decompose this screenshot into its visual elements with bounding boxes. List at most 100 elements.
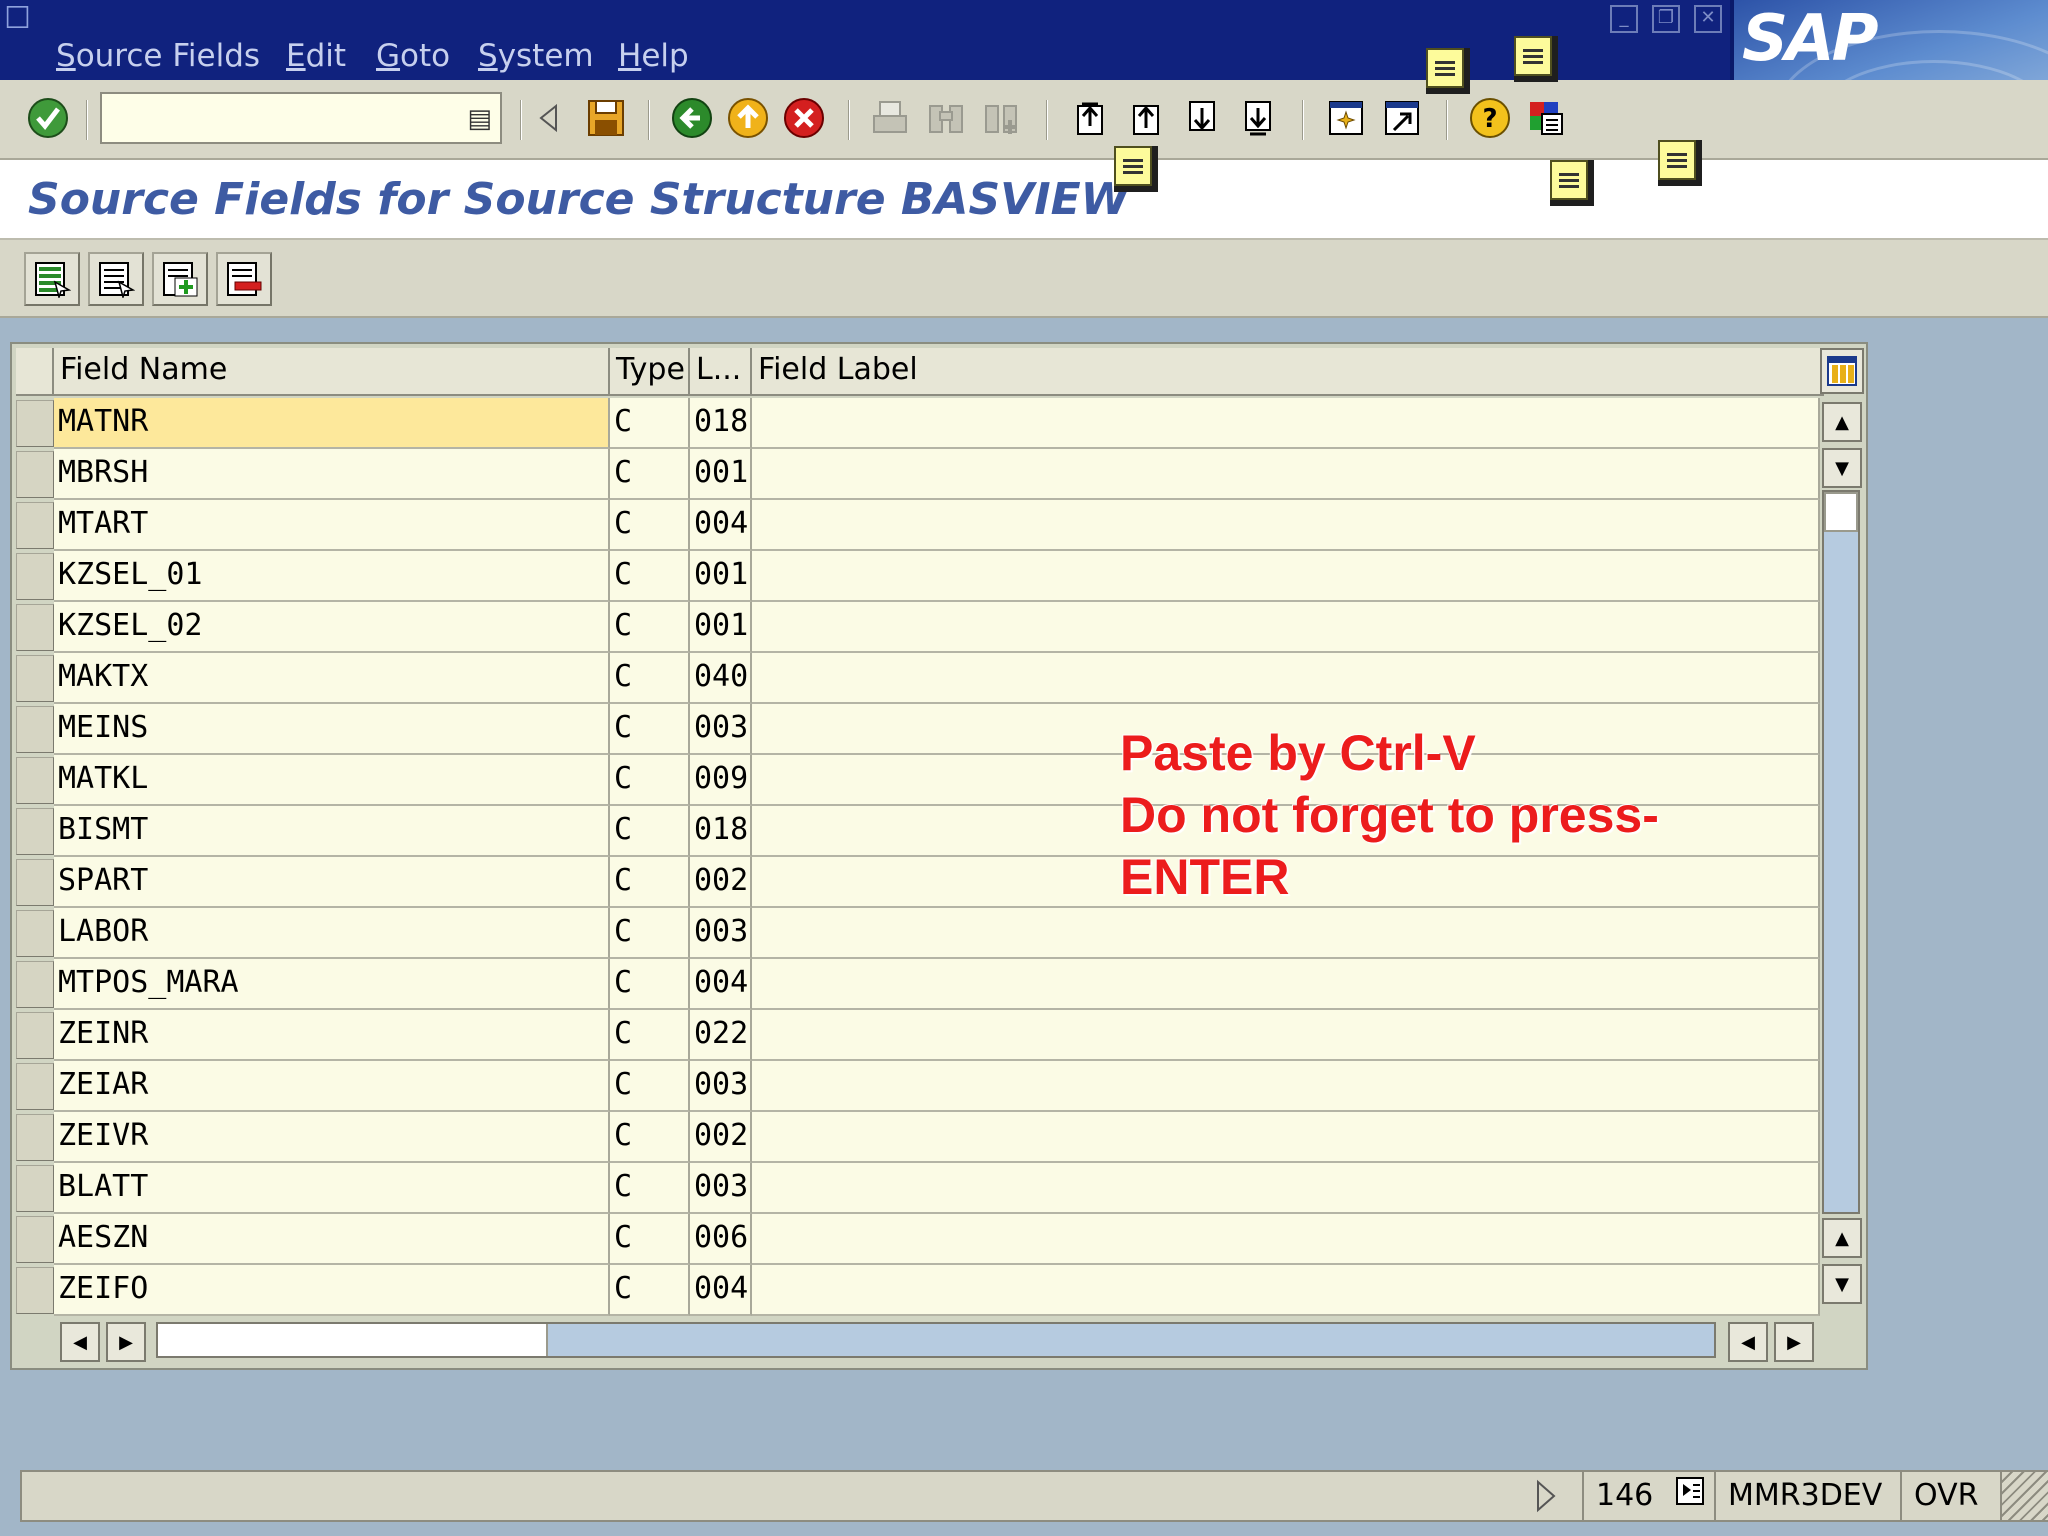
history-list-icon[interactable]: ▤ <box>467 104 492 134</box>
menu-edit[interactable]: Edit <box>286 36 346 76</box>
cell-field-name[interactable]: MAKTX <box>54 653 610 704</box>
menu-help[interactable]: Help <box>618 36 689 76</box>
help-button[interactable]: ? <box>1464 92 1516 144</box>
scroll-page-up-button[interactable]: ▲ <box>1822 402 1862 442</box>
cell-length[interactable]: 004 <box>690 1265 752 1316</box>
cell-field-name[interactable]: BISMT <box>54 806 610 857</box>
cell-field-label[interactable] <box>752 653 1820 704</box>
sticky-note-icon[interactable] <box>1114 146 1158 192</box>
command-field[interactable]: ▤ <box>100 92 502 144</box>
insert-mode[interactable]: OVR <box>1900 1472 2000 1520</box>
column-header-type[interactable]: Type <box>610 348 690 396</box>
column-header-field-name[interactable]: Field Name <box>54 348 610 396</box>
cell-length[interactable]: 009 <box>690 755 752 806</box>
cell-field-name[interactable]: MBRSH <box>54 449 610 500</box>
find-next-button[interactable] <box>976 92 1028 144</box>
row-selector[interactable] <box>16 1165 54 1212</box>
command-toggle-button[interactable] <box>522 92 574 144</box>
cell-field-name[interactable]: MATKL <box>54 755 610 806</box>
cell-length[interactable]: 001 <box>690 551 752 602</box>
sticky-note-icon[interactable] <box>1514 36 1558 82</box>
row-selector[interactable] <box>16 706 54 753</box>
cell-type[interactable]: C <box>610 398 690 449</box>
row-selector[interactable] <box>16 502 54 549</box>
row-selector[interactable] <box>16 655 54 702</box>
cell-type[interactable]: C <box>610 857 690 908</box>
cell-field-name[interactable]: ZEIVR <box>54 1112 610 1163</box>
previous-page-button[interactable] <box>1120 92 1172 144</box>
close-icon[interactable]: ✕ <box>1694 5 1722 33</box>
scroll-line-down-button[interactable]: ▲ <box>1822 1218 1862 1258</box>
insert-row-button[interactable] <box>152 252 208 306</box>
cell-length[interactable]: 006 <box>690 1214 752 1265</box>
cell-length[interactable]: 022 <box>690 1010 752 1061</box>
cell-field-name[interactable]: MATNR <box>54 398 610 449</box>
vertical-scrollbar[interactable]: ▲ ▼ ▲ ▼ <box>1820 398 1864 1358</box>
cell-length[interactable]: 001 <box>690 449 752 500</box>
cell-length[interactable]: 004 <box>690 959 752 1010</box>
command-input[interactable] <box>102 94 500 142</box>
row-selector[interactable] <box>16 961 54 1008</box>
cell-length[interactable]: 018 <box>690 806 752 857</box>
scroll-left-button[interactable]: ▶ <box>106 1322 146 1362</box>
cell-type[interactable]: C <box>610 1061 690 1112</box>
customize-layout-button[interactable] <box>1520 92 1572 144</box>
cell-field-label[interactable] <box>752 1265 1820 1316</box>
first-page-button[interactable] <box>1064 92 1116 144</box>
cell-field-name[interactable]: MTPOS_MARA <box>54 959 610 1010</box>
cell-type[interactable]: C <box>610 755 690 806</box>
cell-field-label[interactable] <box>752 1010 1820 1061</box>
row-selector[interactable] <box>16 604 54 651</box>
cell-field-label[interactable] <box>752 602 1820 653</box>
cell-length[interactable]: 003 <box>690 908 752 959</box>
status-expand-button[interactable] <box>1530 1476 1570 1516</box>
cell-field-name[interactable]: ZEIAR <box>54 1061 610 1112</box>
print-button[interactable] <box>864 92 916 144</box>
cell-field-label[interactable] <box>752 398 1820 449</box>
row-selector[interactable] <box>16 910 54 957</box>
cell-field-name[interactable]: BLATT <box>54 1163 610 1214</box>
table-settings-button[interactable] <box>1820 348 1864 394</box>
cancel-button[interactable] <box>778 92 830 144</box>
row-selector[interactable] <box>16 553 54 600</box>
cell-field-label[interactable] <box>752 1061 1820 1112</box>
save-button[interactable] <box>580 92 632 144</box>
row-selector[interactable] <box>16 808 54 855</box>
row-selector[interactable] <box>16 1114 54 1161</box>
delete-row-button[interactable] <box>216 252 272 306</box>
scroll-right-page-button[interactable]: ▶ <box>1774 1322 1814 1362</box>
scroll-page-down-button[interactable]: ▼ <box>1822 1264 1862 1304</box>
cell-field-label[interactable] <box>752 1163 1820 1214</box>
cell-type[interactable]: C <box>610 908 690 959</box>
enter-button[interactable] <box>22 92 74 144</box>
cell-type[interactable]: C <box>610 449 690 500</box>
cell-type[interactable]: C <box>610 653 690 704</box>
new-session-button[interactable] <box>1320 92 1372 144</box>
minimize-icon[interactable]: _ <box>1610 5 1638 33</box>
cell-length[interactable]: 040 <box>690 653 752 704</box>
cell-field-label[interactable] <box>752 1112 1820 1163</box>
cell-field-label[interactable] <box>752 449 1820 500</box>
menu-system[interactable]: System <box>478 36 594 76</box>
resize-grip[interactable] <box>2000 1472 2048 1520</box>
row-selector[interactable] <box>16 1216 54 1263</box>
select-all-rows-cell[interactable] <box>16 348 54 396</box>
horizontal-scroll-track[interactable] <box>156 1322 1716 1358</box>
row-selector[interactable] <box>16 400 54 447</box>
cell-type[interactable]: C <box>610 602 690 653</box>
vertical-scroll-track[interactable] <box>1822 490 1860 1214</box>
cell-field-label[interactable] <box>752 1214 1820 1265</box>
row-selector[interactable] <box>16 1063 54 1110</box>
menu-goto[interactable]: Goto <box>376 36 450 76</box>
cell-length[interactable]: 003 <box>690 704 752 755</box>
scroll-left-page-button[interactable]: ◀ <box>60 1322 100 1362</box>
cell-type[interactable]: C <box>610 1112 690 1163</box>
last-page-button[interactable] <box>1232 92 1284 144</box>
cell-field-name[interactable]: MTART <box>54 500 610 551</box>
horizontal-scrollbar[interactable]: ◀ ▶ ◀ ▶ <box>56 1318 1826 1362</box>
scroll-right-button[interactable]: ◀ <box>1728 1322 1768 1362</box>
cell-field-name[interactable]: MEINS <box>54 704 610 755</box>
cell-type[interactable]: C <box>610 1265 690 1316</box>
next-page-button[interactable] <box>1176 92 1228 144</box>
vertical-scroll-thumb[interactable] <box>1824 492 1858 532</box>
